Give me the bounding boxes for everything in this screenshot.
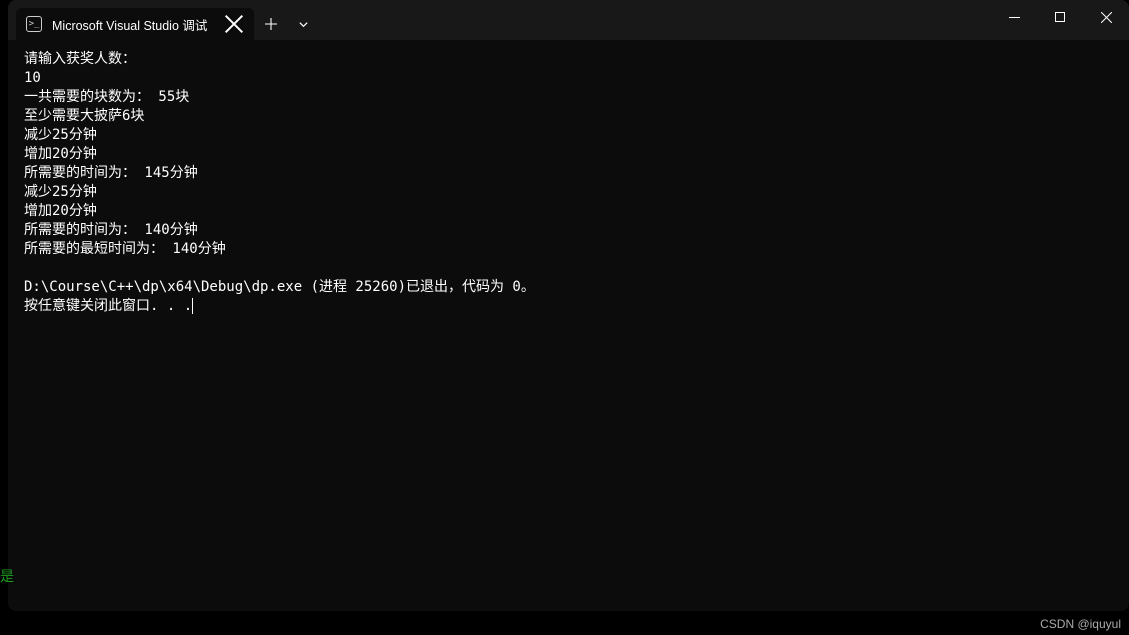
terminal-window: >_ Microsoft Visual Studio 调试: [8, 0, 1129, 611]
tab-dropdown-button[interactable]: [288, 8, 318, 40]
console-line: 增加20分钟: [24, 203, 97, 219]
tab-strip: >_ Microsoft Visual Studio 调试: [8, 0, 318, 40]
console-line: 减少25分钟: [24, 184, 97, 200]
console-line: 所需要的时间为： 145分钟: [24, 165, 198, 181]
console-line: 所需要的时间为： 140分钟: [24, 222, 198, 238]
console-output[interactable]: 请输入获奖人数： 10 一共需要的块数为： 55块 至少需要大披萨6块 减少25…: [8, 40, 1129, 326]
console-line: 所需要的最短时间为： 140分钟: [24, 241, 226, 257]
new-tab-button[interactable]: [254, 8, 288, 40]
chevron-down-icon: [298, 19, 309, 30]
close-icon: [224, 14, 244, 34]
plus-icon: [265, 18, 277, 30]
titlebar: >_ Microsoft Visual Studio 调试: [8, 0, 1129, 40]
close-tab-button[interactable]: [224, 14, 244, 34]
maximize-icon: [1055, 12, 1066, 23]
console-line: 按任意键关闭此窗口. . .: [24, 298, 192, 314]
side-text-fragment: 是: [0, 566, 14, 586]
close-icon: [1101, 12, 1112, 23]
minimize-icon: [1009, 12, 1020, 23]
console-line: 增加20分钟: [24, 146, 97, 162]
maximize-button[interactable]: [1037, 0, 1083, 34]
window-controls: [991, 0, 1129, 34]
console-line: D:\Course\C++\dp\x64\Debug\dp.exe (进程 25…: [24, 279, 535, 295]
close-window-button[interactable]: [1083, 0, 1129, 34]
tab-title: Microsoft Visual Studio 调试: [52, 15, 218, 34]
text-cursor: [192, 298, 193, 314]
active-tab[interactable]: >_ Microsoft Visual Studio 调试: [16, 8, 254, 40]
terminal-icon: >_: [26, 16, 42, 32]
minimize-button[interactable]: [991, 0, 1037, 34]
console-line: 10: [24, 70, 41, 86]
watermark: CSDN @iquyul: [1040, 617, 1121, 631]
console-line: 一共需要的块数为： 55块: [24, 89, 189, 105]
console-line: 至少需要大披萨6块: [24, 108, 144, 124]
console-line: 请输入获奖人数：: [24, 51, 136, 67]
console-line: 减少25分钟: [24, 127, 97, 143]
